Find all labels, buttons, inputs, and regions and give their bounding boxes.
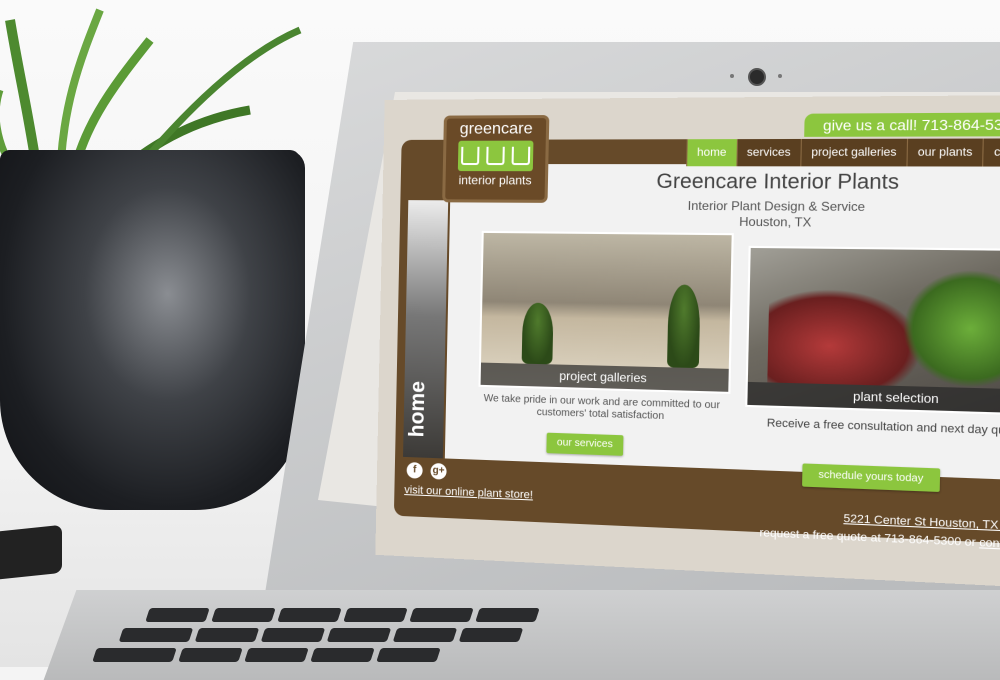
key — [326, 628, 392, 642]
project-galleries-photo[interactable]: project galleries — [478, 230, 734, 394]
page-subtitle: Interior Plant Design & Service — [687, 198, 866, 215]
site-logo[interactable]: greencare interior plants — [442, 115, 550, 203]
key — [409, 608, 474, 622]
key — [118, 628, 194, 642]
nav-item-our-plants[interactable]: our plants — [906, 138, 983, 167]
project-galleries-caption: project galleries — [480, 362, 729, 392]
key — [475, 608, 540, 622]
key — [392, 628, 458, 642]
call-banner[interactable]: give us a call! 713-864-5300 — [804, 112, 1000, 137]
vertical-tab-label: home — [405, 380, 430, 438]
key — [343, 608, 408, 622]
key — [244, 648, 309, 662]
key — [211, 608, 276, 622]
keyboard — [92, 608, 709, 668]
main-nav: home services project galleries our plan… — [686, 138, 1000, 167]
page-title: Greencare Interior Plants — [656, 170, 900, 195]
plant-selection-photo[interactable]: plant selection — [745, 245, 1000, 417]
key — [194, 628, 260, 642]
key — [458, 628, 524, 642]
key — [145, 608, 210, 622]
green-plant-image — [901, 268, 1000, 390]
key — [260, 628, 326, 642]
key — [277, 608, 342, 622]
nav-item-services[interactable]: services — [735, 138, 801, 167]
logo-name: greencare — [459, 120, 533, 138]
plant-pot — [0, 150, 305, 510]
nav-item-project-galleries[interactable]: project galleries — [800, 138, 907, 167]
our-services-button[interactable]: our services — [546, 432, 624, 456]
palm-image — [666, 284, 701, 369]
plant-pots-icon — [457, 140, 534, 172]
key — [178, 648, 243, 662]
key — [92, 648, 177, 662]
palm-image — [521, 302, 554, 365]
contact-us-link[interactable]: contact us — [979, 537, 1000, 553]
camera-indicator — [778, 74, 782, 78]
key — [310, 648, 375, 662]
website-viewport: home greencare interior plants give us a… — [375, 94, 1000, 589]
key — [376, 648, 441, 662]
camera-indicator — [730, 74, 734, 78]
logo-tagline: interior plants — [458, 173, 532, 188]
nav-item-home[interactable]: home — [686, 139, 737, 167]
webcam-icon — [748, 68, 766, 86]
nav-item-contact[interactable]: co — [982, 138, 1000, 167]
red-plant-image — [767, 288, 924, 387]
vertical-section-tab: home — [403, 200, 449, 459]
smartphone — [0, 524, 62, 580]
